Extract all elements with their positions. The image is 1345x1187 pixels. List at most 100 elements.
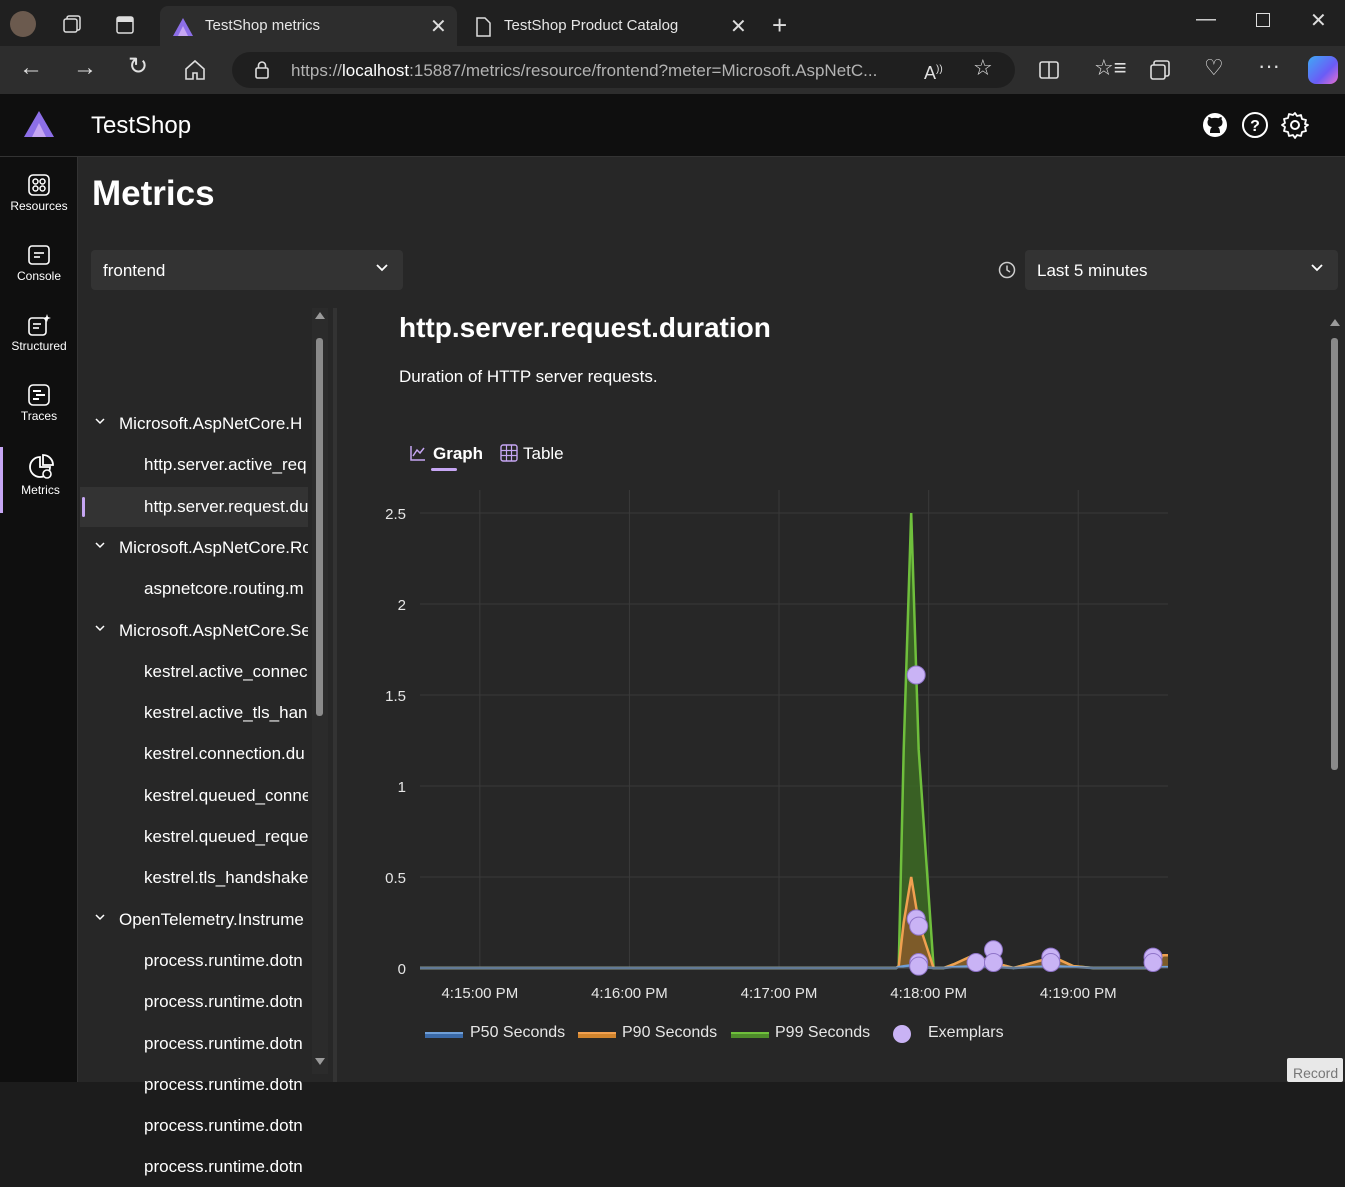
minimize-button[interactable]: — (1196, 8, 1216, 31)
favorite-star-icon[interactable]: ☆ (973, 57, 993, 79)
new-tab-button[interactable]: + (772, 10, 787, 41)
time-range-select[interactable]: Last 5 minutes (1025, 250, 1338, 290)
copilot-icon[interactable] (1308, 56, 1338, 84)
tree-item[interactable]: process.runtime.dotn (80, 1024, 308, 1064)
refresh-icon[interactable]: ↻ (128, 55, 148, 79)
chevron-down-icon (1310, 260, 1324, 280)
tree-item-label: kestrel.active_connec (144, 661, 308, 681)
tree-item[interactable]: process.runtime.dotn (80, 1106, 308, 1146)
tree-group[interactable]: Microsoft.AspNetCore.Ro (80, 528, 308, 568)
aspire-logo-icon[interactable] (23, 110, 55, 138)
app-header: TestShop ? (0, 94, 1345, 157)
time-range-value: Last 5 minutes (1037, 261, 1148, 280)
tab-testshop-metrics[interactable]: TestShop metrics ✕ (160, 6, 457, 46)
tree-item-label: http.server.request.du (144, 496, 308, 516)
forward-button[interactable]: → (73, 56, 97, 80)
resource-select-value: frontend (103, 261, 166, 280)
tree-item-label: OpenTelemetry.Instrume (119, 909, 304, 929)
back-button[interactable]: ← (19, 56, 43, 80)
traces-icon (28, 384, 50, 406)
table-grid-icon (500, 444, 518, 462)
tab-close-icon[interactable]: ✕ (430, 14, 447, 39)
nav-item-resources[interactable]: Resources (0, 167, 78, 233)
tree-item-label: aspnetcore.routing.m (144, 579, 304, 599)
record-button[interactable]: Record (1287, 1058, 1343, 1082)
chevron-down-icon[interactable] (95, 912, 105, 922)
chevron-down-icon[interactable] (95, 623, 105, 633)
more-options-icon[interactable]: ··· (1258, 55, 1280, 77)
close-window-button[interactable]: ✕ (1310, 8, 1327, 33)
tree-item[interactable]: http.server.active_req (80, 445, 308, 485)
content-scroll-thumb[interactable] (1331, 338, 1338, 770)
tree-item[interactable]: kestrel.connection.du (80, 734, 308, 774)
app-title[interactable]: TestShop (91, 112, 191, 140)
tree-item-label: process.runtime.dotn (144, 1074, 303, 1094)
tree-group[interactable]: OpenTelemetry.Instrume (80, 900, 308, 940)
legend-swatch-p50 (425, 1032, 463, 1038)
scroll-up-arrow-icon[interactable] (1330, 319, 1340, 326)
legend-label-p50[interactable]: P50 Seconds (470, 1024, 565, 1042)
chevron-down-icon[interactable] (95, 540, 105, 550)
tree-item[interactable]: kestrel.queued_reque (80, 817, 308, 857)
browser-tab-strip: TestShop metrics ✕ TestShop Product Cata… (0, 0, 1345, 46)
maximize-button[interactable] (1256, 13, 1270, 27)
home-icon[interactable] (184, 59, 206, 81)
favorites-icon[interactable]: ☆≡ (1094, 57, 1127, 79)
nav-item-traces[interactable]: Traces (0, 377, 78, 443)
tab-close-icon[interactable]: ✕ (730, 14, 747, 39)
chevron-down-icon[interactable] (95, 416, 105, 426)
tree-group[interactable]: Microsoft.AspNetCore.H (80, 404, 308, 444)
tree-scrollbar[interactable] (312, 308, 328, 1074)
tree-item-label: Microsoft.AspNetCore.Se (119, 620, 308, 640)
collections-icon[interactable] (1149, 59, 1171, 81)
tree-item[interactable]: kestrel.active_connec (80, 652, 308, 692)
tree-item-label: process.runtime.dotn (144, 1116, 303, 1136)
tree-item[interactable]: process.runtime.dotn (80, 941, 308, 981)
address-bar[interactable]: https://localhost:15887/metrics/resource… (232, 52, 1015, 88)
tab-table-label: Table (523, 444, 564, 463)
nav-item-metrics[interactable]: Metrics (0, 447, 78, 513)
profile-avatar[interactable] (10, 11, 36, 37)
settings-gear-icon[interactable] (1281, 111, 1309, 139)
tree-scroll-thumb[interactable] (316, 338, 323, 716)
tree-item[interactable]: process.runtime.dotn (80, 1147, 308, 1187)
read-aloud-icon[interactable]: A)) (924, 60, 943, 83)
help-icon[interactable]: ? (1241, 111, 1269, 139)
structured-icon (28, 314, 51, 336)
workspaces-icon[interactable] (62, 14, 82, 34)
legend-label-p99[interactable]: P99 Seconds (775, 1024, 870, 1042)
tree-item[interactable]: process.runtime.dotn (80, 982, 308, 1022)
scroll-down-arrow-icon[interactable] (315, 1058, 325, 1065)
nav-label: Structured (11, 339, 67, 353)
nav-label: Traces (20, 409, 58, 423)
tree-item[interactable]: aspnetcore.routing.m (80, 569, 308, 609)
vertical-tabs-icon[interactable] (115, 15, 135, 35)
tree-item[interactable]: http.server.request.du (80, 486, 308, 527)
aspire-logo-icon (173, 18, 193, 36)
tree-item-label: kestrel.tls_handshake (144, 868, 308, 888)
github-icon[interactable] (1201, 111, 1229, 139)
tab-active-indicator (431, 468, 457, 471)
legend-label-exemplars[interactable]: Exemplars (928, 1024, 1004, 1042)
browser-essentials-icon[interactable]: ♡ (1204, 57, 1224, 79)
tree-item[interactable]: process.runtime.dotn (80, 1065, 308, 1105)
panel-divider[interactable] (333, 308, 337, 1082)
tab-graph-label: Graph (433, 444, 484, 463)
tab-testshop-product-catalog[interactable]: TestShop Product Catalog ✕ (460, 6, 757, 46)
console-icon (28, 245, 50, 265)
tree-item[interactable]: kestrel.queued_conne (80, 776, 308, 816)
resource-select[interactable]: frontend (91, 250, 403, 290)
svg-text:?: ? (1250, 118, 1260, 135)
legend-label-p90[interactable]: P90 Seconds (622, 1024, 717, 1042)
split-screen-icon[interactable] (1038, 59, 1060, 81)
tree-group[interactable]: Microsoft.AspNetCore.Se (80, 611, 308, 651)
content-scrollbar[interactable] (1327, 314, 1343, 1074)
nav-item-structured[interactable]: Structured (0, 307, 78, 373)
scroll-up-arrow-icon[interactable] (315, 312, 325, 319)
tree-item[interactable]: kestrel.tls_handshake (80, 858, 308, 898)
tree-item[interactable]: kestrel.active_tls_hand (80, 693, 308, 733)
tree-item-label: process.runtime.dotn (144, 950, 303, 970)
tree-item-label: process.runtime.dotn (144, 1157, 303, 1177)
nav-item-console[interactable]: Console (0, 237, 78, 303)
metric-name: http.server.request.duration (399, 312, 771, 343)
